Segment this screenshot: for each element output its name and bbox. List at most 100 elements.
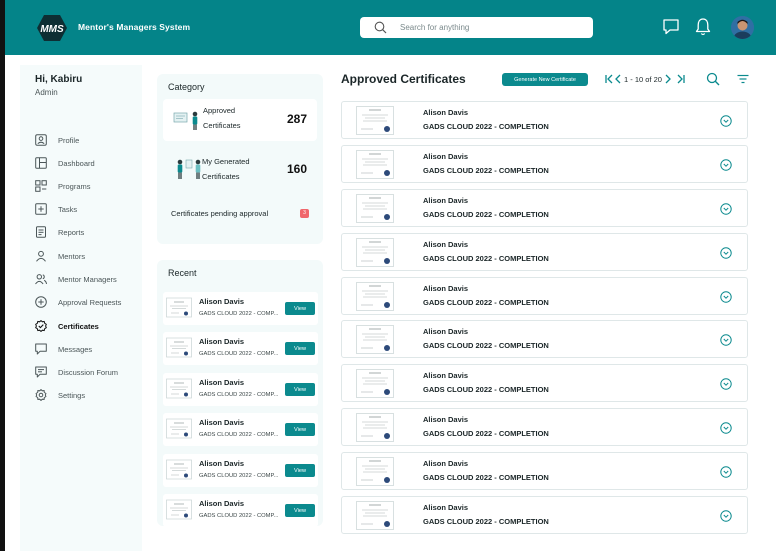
generated-count: 160 xyxy=(286,162,307,176)
profile-icon xyxy=(35,134,47,146)
certificate-name: Alison Davis xyxy=(423,459,469,468)
top-bar: MMS Mentor's Managers System xyxy=(5,0,776,55)
approved-label-line1: Approved xyxy=(203,106,236,115)
chevron-down-icon[interactable] xyxy=(720,115,732,127)
chevron-down-icon[interactable] xyxy=(720,159,732,171)
sidebar-item-approval-requests[interactable]: Approval Requests xyxy=(35,295,140,309)
certificate-thumbnail-icon xyxy=(166,418,192,439)
view-button[interactable]: View xyxy=(285,342,315,355)
filter-icon[interactable] xyxy=(737,73,749,85)
certificate-thumbnail-icon xyxy=(166,499,192,520)
window-edge xyxy=(0,0,5,551)
recent-item[interactable]: Alison Davis GADS CLOUD 2022 - COMP... V… xyxy=(163,332,318,365)
certificate-row[interactable]: Alison Davis GADS CLOUD 2022 - COMPLETIO… xyxy=(341,101,748,139)
sidebar-item-settings[interactable]: Settings xyxy=(35,388,140,402)
category-generated[interactable]: My Generated Certificates 160 xyxy=(163,147,317,189)
chevron-down-icon[interactable] xyxy=(720,466,732,478)
pagination: 1 - 10 of 20 xyxy=(604,72,686,86)
chevron-down-icon[interactable] xyxy=(720,510,732,522)
message-icon[interactable] xyxy=(662,17,680,37)
certificate-title: GADS CLOUD 2022 - COMPLETION xyxy=(423,254,549,263)
recent-item[interactable]: Alison Davis GADS CLOUD 2022 - COMP... V… xyxy=(163,373,318,406)
sidebar-item-label: Mentor Managers xyxy=(58,274,117,284)
first-page-icon[interactable] xyxy=(604,73,614,85)
generated-label-line1: My Generated xyxy=(202,157,250,166)
chevron-down-icon[interactable] xyxy=(720,378,732,390)
search-icon[interactable] xyxy=(706,72,720,86)
recent-item-name: Alison Davis xyxy=(199,378,245,387)
view-button[interactable]: View xyxy=(285,464,315,477)
sidebar-item-label: Settings xyxy=(58,390,86,400)
message-icon xyxy=(35,343,47,355)
sidebar-item-label: Programs xyxy=(58,181,91,191)
sidebar-item-reports[interactable]: Reports xyxy=(35,225,140,239)
avatar-image xyxy=(731,16,754,39)
certificate-row[interactable]: Alison Davis GADS CLOUD 2022 - COMPLETIO… xyxy=(341,189,748,227)
recent-item[interactable]: Alison Davis GADS CLOUD 2022 - COMP... V… xyxy=(163,292,318,325)
chevron-right-icon[interactable] xyxy=(664,73,672,85)
avatar[interactable] xyxy=(731,16,754,39)
sidebar-item-tasks[interactable]: Tasks xyxy=(35,202,140,216)
search-input[interactable] xyxy=(400,20,586,35)
certificate-row[interactable]: Alison Davis GADS CLOUD 2022 - COMPLETIO… xyxy=(341,364,748,402)
certificate-thumbnail-icon xyxy=(356,238,394,267)
certificate-thumbnail-icon xyxy=(356,369,394,398)
user-role: Admin xyxy=(35,88,58,97)
certificate-row[interactable]: Alison Davis GADS CLOUD 2022 - COMPLETIO… xyxy=(341,496,748,534)
view-button[interactable]: View xyxy=(285,383,315,396)
sidebar-item-discussion-forum[interactable]: Discussion Forum xyxy=(35,365,140,379)
view-button[interactable]: View xyxy=(285,504,315,517)
sidebar-item-certificates[interactable]: Certificates xyxy=(35,319,140,333)
recent-item-subtitle: GADS CLOUD 2022 - COMP... xyxy=(199,513,279,519)
sidebar-item-programs[interactable]: Programs xyxy=(35,179,140,193)
certificate-row[interactable]: Alison Davis GADS CLOUD 2022 - COMPLETIO… xyxy=(341,233,748,271)
certificate-name: Alison Davis xyxy=(423,371,469,380)
certificate-thumbnail-icon xyxy=(356,106,394,135)
recent-item-name: Alison Davis xyxy=(199,499,245,508)
certificate-row[interactable]: Alison Davis GADS CLOUD 2022 - COMPLETIO… xyxy=(341,320,748,358)
certificate-row[interactable]: Alison Davis GADS CLOUD 2022 - COMPLETIO… xyxy=(341,452,748,490)
mms-logo[interactable]: MMS xyxy=(37,15,67,41)
certificate-name: Alison Davis xyxy=(423,196,469,205)
certificate-row[interactable]: Alison Davis GADS CLOUD 2022 - COMPLETIO… xyxy=(341,277,748,315)
certificate-title: GADS CLOUD 2022 - COMPLETION xyxy=(423,429,549,438)
certificate-row[interactable]: Alison Davis GADS CLOUD 2022 - COMPLETIO… xyxy=(341,408,748,446)
certificate-title: GADS CLOUD 2022 - COMPLETION xyxy=(423,517,549,526)
logo-text: MMS xyxy=(40,24,64,35)
pending-approval-link[interactable]: Certificates pending approval xyxy=(171,209,268,218)
search-bar[interactable] xyxy=(360,17,593,38)
chevron-down-icon[interactable] xyxy=(720,422,732,434)
chevron-down-icon[interactable] xyxy=(720,334,732,346)
recent-item[interactable]: Alison Davis GADS CLOUD 2022 - COMP... V… xyxy=(163,454,318,487)
recent-item-name: Alison Davis xyxy=(199,418,245,427)
sidebar-item-messages[interactable]: Messages xyxy=(35,342,140,356)
view-button[interactable]: View xyxy=(285,302,315,315)
chevron-down-icon[interactable] xyxy=(720,203,732,215)
sidebar: Hi, Kabiru Admin Profile Dashboard Progr… xyxy=(20,65,142,551)
chevron-left-icon[interactable] xyxy=(614,73,622,85)
sidebar-item-mentor-managers[interactable]: Mentor Managers xyxy=(35,272,140,286)
sidebar-item-label: Reports xyxy=(58,227,85,237)
generate-certificate-button[interactable]: Generate New Certificate xyxy=(502,73,588,86)
pagination-text: 1 - 10 of 20 xyxy=(624,74,662,84)
recent-item-name: Alison Davis xyxy=(199,337,245,346)
view-button[interactable]: View xyxy=(285,423,315,436)
last-page-icon[interactable] xyxy=(676,73,686,85)
chevron-down-icon[interactable] xyxy=(720,291,732,303)
recent-item[interactable]: Alison Davis GADS CLOUD 2022 - COMP... V… xyxy=(163,413,318,446)
chevron-down-icon[interactable] xyxy=(720,247,732,259)
recent-item[interactable]: Alison Davis GADS CLOUD 2022 - COMP... V… xyxy=(163,494,318,527)
sidebar-item-mentors[interactable]: Mentors xyxy=(35,249,140,263)
sidebar-item-label: Dashboard xyxy=(58,158,95,168)
mentor-icon xyxy=(36,250,46,262)
certificate-thumbnail-icon xyxy=(166,337,192,358)
dashboard-icon xyxy=(35,157,47,169)
greeting: Hi, Kabiru xyxy=(35,74,83,85)
category-approved[interactable]: Approved Certificates 287 xyxy=(163,99,317,141)
sidebar-item-profile[interactable]: Profile xyxy=(35,133,140,147)
recent-card: Recent Alison Davis GADS CLOUD 2022 - CO… xyxy=(157,260,323,527)
bell-icon[interactable] xyxy=(694,17,712,37)
certificate-row[interactable]: Alison Davis GADS CLOUD 2022 - COMPLETIO… xyxy=(341,145,748,183)
certificate-name: Alison Davis xyxy=(423,152,469,161)
sidebar-item-dashboard[interactable]: Dashboard xyxy=(35,156,140,170)
